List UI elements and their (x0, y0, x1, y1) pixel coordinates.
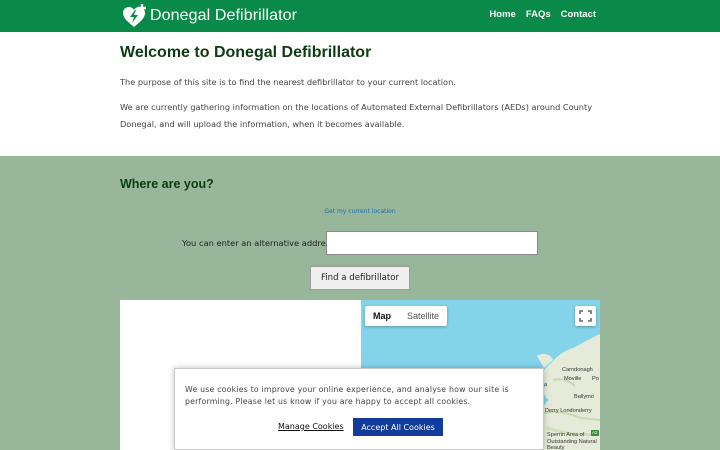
fullscreen-button[interactable] (575, 306, 596, 326)
main-nav: Home FAQs Contact (489, 9, 596, 20)
accept-all-cookies-button[interactable]: Accept All Cookies (353, 418, 443, 436)
map-label-road-a2: A2 (592, 430, 598, 435)
satellite-tab[interactable]: Satellite (399, 306, 447, 326)
intro-paragraph-purpose: The purpose of this site is to find the … (120, 77, 456, 87)
map-label-sperrin: Sperrin Area of Outstanding Natural Beau… (547, 432, 597, 450)
fullscreen-icon (579, 310, 592, 322)
cookie-message: We use cookies to improve your online ex… (185, 385, 509, 406)
find-defibrillator-button[interactable]: Find a defibrillator (310, 266, 410, 290)
map-label-po: Po (592, 376, 599, 382)
map-tab[interactable]: Map (365, 306, 399, 326)
site-brand[interactable]: Donegal Defibrillator (121, 3, 297, 29)
address-label: You can enter an alternative address: (182, 238, 338, 248)
address-input[interactable] (326, 231, 538, 255)
map-type-control: Map Satellite (365, 306, 448, 326)
map-label-a: a (544, 382, 548, 388)
map-label-ballymo: Ballymo (574, 394, 594, 400)
page-title: Welcome to Donegal Defibrillator (120, 44, 372, 61)
map-label-carndonagh: Carndonagh (562, 367, 593, 373)
heart-lightning-plus-icon (123, 4, 146, 27)
nav-home-link[interactable]: Home (489, 9, 515, 20)
manage-cookies-link[interactable]: Manage Cookies (278, 422, 344, 431)
brand-name: Donegal Defibrillator (150, 7, 298, 24)
nav-faqs-link[interactable]: FAQs (526, 9, 551, 20)
intro-paragraph-status: We are currently gathering information o… (120, 102, 593, 129)
get-current-location-link[interactable]: Get my current location (0, 208, 720, 215)
intro-section: Welcome to Donegal Defibrillator The pur… (0, 32, 720, 156)
top-navigation-bar: Donegal Defibrillator Home FAQs Contact (0, 0, 720, 32)
location-heading: Where are you? (120, 177, 214, 191)
map-label-derry: Derry Londonderry (545, 408, 592, 414)
map-label-moville: Moville (564, 376, 582, 382)
cookie-banner: We use cookies to improve your online ex… (174, 368, 544, 450)
nav-contact-link[interactable]: Contact (561, 9, 596, 20)
